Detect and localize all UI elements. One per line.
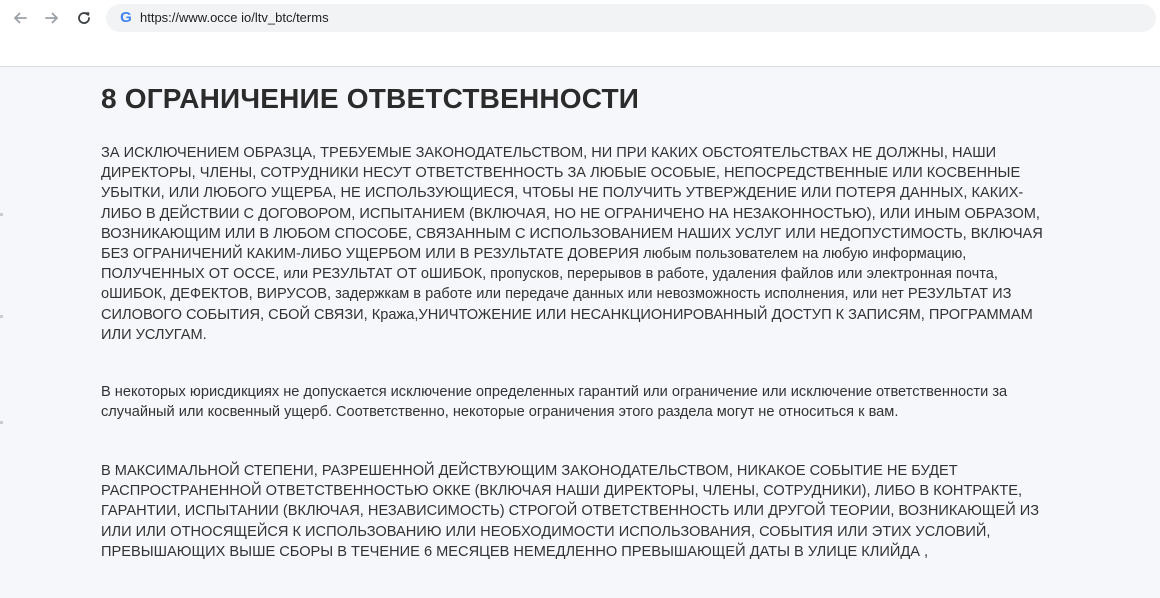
- terms-paragraph: ЗА ИСКЛЮЧЕНИЕМ ОБРАЗЦА, ТРЕБУЕМЫЕ ЗАКОНО…: [101, 145, 1043, 343]
- forward-button[interactable]: [40, 6, 64, 30]
- section-heading: 8 ОГРАНИЧЕНИЕ ОТВЕТСТВЕННОСТИ: [101, 83, 640, 114]
- browser-toolbar: G https://www.occe io/ltv_btc/terms: [0, 0, 1160, 36]
- arrow-left-icon: [12, 10, 28, 26]
- page-content: 8 ОГРАНИЧЕНИЕ ОТВЕТСТВЕННОСТИ ЗА ИСКЛЮЧЕ…: [0, 67, 1160, 598]
- side-marker: [0, 421, 3, 424]
- side-marker: [0, 315, 3, 318]
- reload-icon: [76, 10, 92, 26]
- terms-paragraph: В МАКСИМАЛЬНОЙ СТЕПЕНИ, РАЗРЕШЕННОЙ ДЕЙС…: [101, 463, 1040, 560]
- side-marker: [0, 213, 3, 216]
- back-button[interactable]: [8, 6, 32, 30]
- url-text[interactable]: https://www.occe io/ltv_btc/terms: [140, 10, 329, 26]
- arrow-right-icon: [44, 10, 60, 26]
- terms-paragraph: В некоторых юрисдикциях не допускается и…: [101, 384, 1008, 421]
- google-g-icon: G: [120, 9, 132, 26]
- address-bar[interactable]: G https://www.occe io/ltv_btc/terms: [106, 4, 1156, 32]
- reload-button[interactable]: [72, 6, 96, 30]
